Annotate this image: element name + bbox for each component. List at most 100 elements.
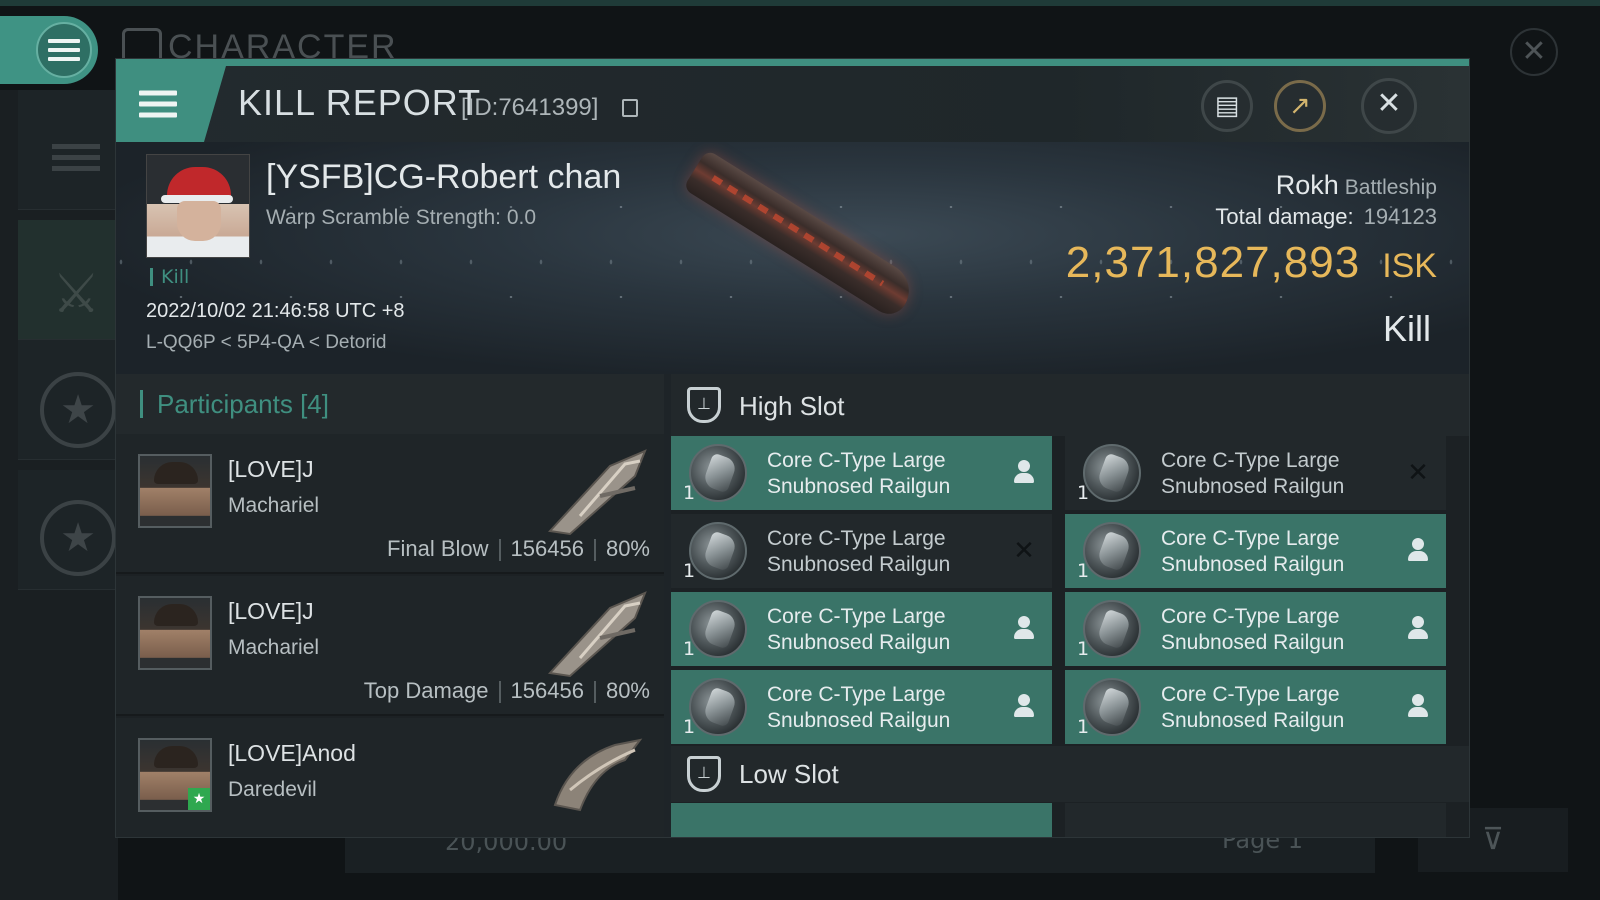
participant-name: [LOVE]Anod <box>228 740 356 766</box>
high-slot-label: High Slot <box>739 391 845 421</box>
isk-value: 2,371,827,893 ISK <box>1066 238 1437 288</box>
victim-ship[interactable]: Rokh Battleship <box>1276 170 1437 201</box>
copy-id-icon[interactable] <box>622 99 638 117</box>
result-label: Kill <box>1382 308 1431 349</box>
kill-datetime: 2022/10/02 21:46:58 UTC +8 <box>146 300 405 322</box>
victim-portrait[interactable] <box>146 154 250 258</box>
module-item[interactable]: 1 Core C-Type Large Snubnosed Railgun <box>1065 670 1446 744</box>
railgun-icon <box>1083 444 1141 502</box>
avatar <box>138 596 212 670</box>
module-name: Core C-Type Large Snubnosed Railgun <box>767 527 951 576</box>
railgun-icon <box>689 444 747 502</box>
participant-stats: Top Damage 156456 80% <box>364 678 650 704</box>
kill-id: [ID:7641399] <box>461 94 599 121</box>
dropped-person-icon <box>1406 538 1430 564</box>
participant-row[interactable]: [LOVE]J Machariel Final Blow 156456 80% <box>116 434 664 574</box>
main-menu-button[interactable] <box>0 16 98 84</box>
module-quantity: 1 <box>1077 560 1090 582</box>
participant-ship: Machariel <box>228 494 320 517</box>
participant-damage-percent: 80% <box>605 678 650 703</box>
dropped-person-icon <box>1012 694 1036 720</box>
module-item[interactable]: 1 Core C-Type Large Snubnosed Railgun <box>671 436 1052 510</box>
participants-panel: Participants [4] [LOVE]J Machariel Final… <box>116 374 664 837</box>
close-modal-button[interactable]: ✕ <box>1361 78 1417 134</box>
module-item[interactable]: 1 Core C-Type Large Snubnosed Railgun <box>671 670 1052 744</box>
module-item[interactable]: 1 Core C-Type Large Snubnosed Railgun <box>1065 592 1446 666</box>
isk-unit: ISK <box>1382 247 1437 285</box>
hamburger-icon <box>48 34 80 66</box>
background-top-bar <box>0 0 1600 6</box>
module-item[interactable] <box>1065 803 1446 837</box>
clipboard-icon: ▤ <box>1214 91 1240 121</box>
participant-name: [LOVE]J <box>228 598 314 624</box>
module-quantity: 1 <box>1077 482 1090 504</box>
crossed-swords-icon: ⚔ <box>52 262 101 325</box>
dropped-person-icon <box>1012 616 1036 642</box>
sidebar-list-icon <box>52 138 100 177</box>
module-item[interactable]: 1 Core C-Type Large Snubnosed Railgun ✕ <box>671 514 1052 588</box>
railgun-icon <box>1083 678 1141 736</box>
module-item[interactable] <box>671 803 1052 837</box>
destroyed-x-icon: ✕ <box>1407 458 1429 488</box>
modal-menu-button[interactable] <box>116 66 226 142</box>
share-button[interactable]: ↗ <box>1274 80 1326 132</box>
module-quantity: 1 <box>1077 716 1090 738</box>
modal-header: KILL REPORT [ID:7641399] ▤ ↗ ✕ <box>116 66 1469 142</box>
low-slot-header: ⊥ Low Slot <box>671 746 1469 802</box>
dropped-person-icon <box>1012 460 1036 486</box>
low-slot-icon: ⊥ <box>687 756 721 792</box>
total-damage-value: 194123 <box>1363 204 1437 229</box>
railgun-icon <box>689 522 747 580</box>
module-name: Core C-Type Large Snubnosed Railgun <box>1161 527 1345 576</box>
participant-role: Top Damage <box>363 678 489 703</box>
participant-damage: 156456 <box>510 678 584 703</box>
background-close-icon[interactable]: ✕ <box>1510 28 1558 76</box>
modal-accent-line <box>116 59 1469 66</box>
hamburger-icon <box>139 85 177 124</box>
kill-location[interactable]: L-QQ6P < 5P4-QA < Detorid <box>146 332 386 354</box>
high-slot-icon: ⊥ <box>687 387 721 423</box>
participant-stats: Final Blow 156456 80% <box>387 536 650 562</box>
total-damage-label: Total damage: <box>1215 204 1354 229</box>
railgun-icon <box>1083 600 1141 658</box>
background-sidebar <box>0 90 118 900</box>
railgun-icon <box>689 678 747 736</box>
star-icon: ★ <box>40 372 116 448</box>
participant-role: Final Blow <box>387 536 489 561</box>
participant-row[interactable]: [LOVE]J Machariel Top Damage 156456 80% <box>116 576 664 716</box>
module-name: Core C-Type Large Snubnosed Railgun <box>767 605 951 654</box>
star-badge-icon: ★ <box>188 788 210 810</box>
participants-header: Participants [4] <box>116 374 664 434</box>
victim-name[interactable]: [YSFB]CG-Robert chan <box>266 158 621 197</box>
report-clipboard-button[interactable]: ▤ <box>1201 80 1253 132</box>
isk-amount: 2,371,827,893 <box>1065 238 1361 287</box>
railgun-icon <box>689 600 747 658</box>
module-quantity: 1 <box>1077 638 1090 660</box>
victim-ship-class: Battleship <box>1344 176 1437 199</box>
avatar <box>138 454 212 528</box>
kill-tag: Kill <box>150 268 189 287</box>
victim-summary: [YSFB]CG-Robert chan Warp Scramble Stren… <box>116 142 1469 374</box>
module-name: Core C-Type Large Snubnosed Railgun <box>767 449 951 498</box>
participant-name: [LOVE]J <box>228 456 314 482</box>
participant-ship-image <box>547 449 647 536</box>
participant-damage-percent: 80% <box>605 536 650 561</box>
low-slot-label: Low Slot <box>739 759 839 789</box>
participant-ship: Daredevil <box>228 778 317 801</box>
dropped-person-icon <box>1406 694 1430 720</box>
railgun-icon <box>1083 522 1141 580</box>
warp-scramble-strength: Warp Scramble Strength: 0.0 <box>266 206 537 229</box>
star-badge-icon: ★ <box>40 500 116 576</box>
participant-row[interactable]: ★ [LOVE]Anod Daredevil <box>116 718 664 837</box>
total-damage: Total damage: 194123 <box>1215 204 1437 230</box>
close-icon: ✕ <box>1376 86 1402 121</box>
module-item[interactable]: 1 Core C-Type Large Snubnosed Railgun ✕ <box>1065 436 1446 510</box>
victim-ship-name: Rokh <box>1275 170 1339 200</box>
module-name: Core C-Type Large Snubnosed Railgun <box>1161 605 1345 654</box>
participant-ship-image <box>547 591 647 678</box>
participant-damage: 156456 <box>510 536 584 561</box>
module-item[interactable]: 1 Core C-Type Large Snubnosed Railgun <box>671 592 1052 666</box>
module-item[interactable]: 1 Core C-Type Large Snubnosed Railgun <box>1065 514 1446 588</box>
participant-ship: Machariel <box>228 636 320 659</box>
module-name: Core C-Type Large Snubnosed Railgun <box>767 683 951 732</box>
